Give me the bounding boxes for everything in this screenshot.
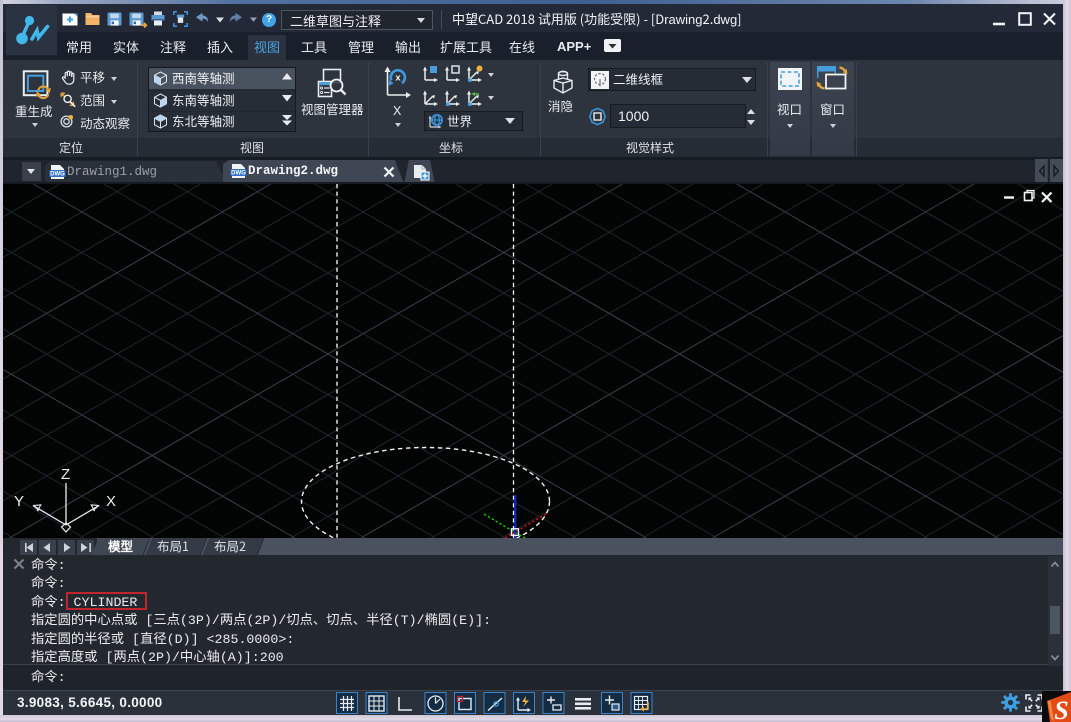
svg-text:DWG: DWG (50, 172, 65, 178)
svg-text:Z: Z (61, 466, 70, 483)
svg-text:x: x (395, 73, 401, 84)
svg-text:DWG: DWG (231, 171, 246, 177)
svg-text:S: S (1054, 696, 1068, 722)
svg-text:X: X (106, 493, 116, 510)
svg-text:Y: Y (14, 493, 24, 510)
